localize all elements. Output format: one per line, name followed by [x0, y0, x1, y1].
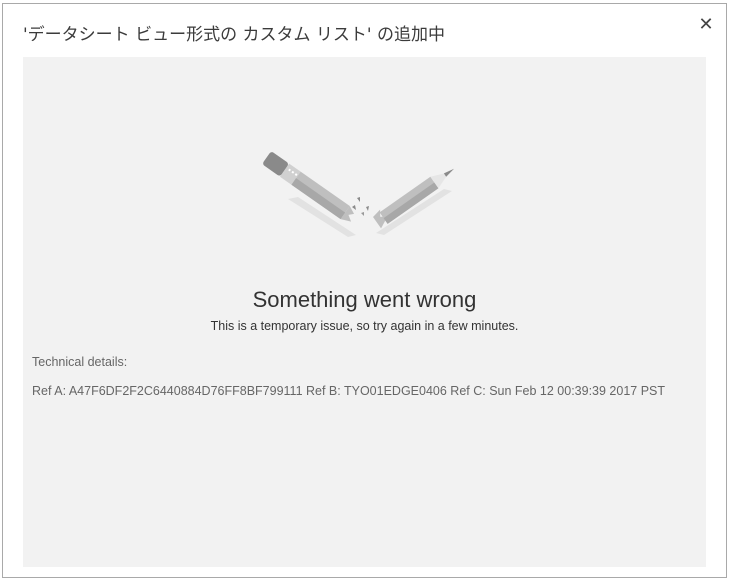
broken-pencil-icon — [263, 152, 455, 237]
dialog-title: 'データシート ビュー形式の カスタム リスト' の追加中 — [23, 25, 445, 45]
close-icon[interactable]: ✕ — [696, 14, 716, 35]
error-heading: Something went wrong — [252, 287, 477, 312]
error-panel: Something went wrong This is a temporary… — [23, 57, 706, 567]
technical-details-refs: Ref A: A47F6DF2F2C6440884D76FF8BF799111 … — [32, 384, 666, 398]
error-message: This is a temporary issue, so try again … — [210, 319, 519, 333]
technical-details-label: Technical details: — [32, 355, 128, 369]
dialog: 'データシート ビュー形式の カスタム リスト' の追加中 ✕ Somethin… — [2, 3, 727, 578]
